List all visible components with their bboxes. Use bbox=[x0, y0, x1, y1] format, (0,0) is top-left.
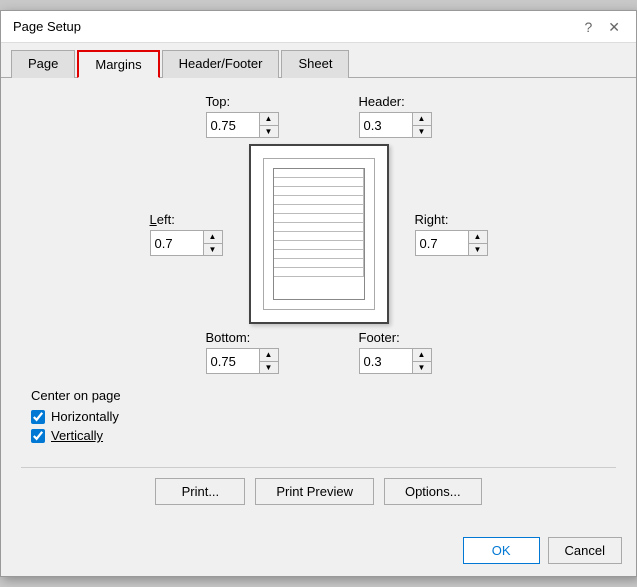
dialog-title: Page Setup bbox=[13, 19, 81, 34]
table-row bbox=[274, 205, 364, 214]
print-preview-button[interactable]: Print Preview bbox=[255, 478, 374, 505]
left-margin-down[interactable]: ▼ bbox=[204, 243, 222, 255]
table-row bbox=[274, 250, 364, 259]
bottom-row: Bottom: ▲ ▼ Footer: ▲ bbox=[21, 330, 616, 374]
middle-row: Left: ▲ ▼ bbox=[21, 144, 616, 324]
left-margin-label: Left: bbox=[150, 212, 175, 227]
right-margin-group: Right: ▲ ▼ bbox=[415, 212, 488, 256]
table-row bbox=[274, 223, 364, 232]
bottom-margin-label: Bottom: bbox=[206, 330, 251, 345]
right-margin-down[interactable]: ▼ bbox=[469, 243, 487, 255]
title-bar-controls: ? ✕ bbox=[580, 20, 624, 34]
vertically-row: Vertically bbox=[31, 428, 616, 443]
horizontally-label[interactable]: Horizontally bbox=[51, 409, 119, 424]
right-margin-label: Right: bbox=[415, 212, 449, 227]
left-margin-spinner-buttons: ▲ ▼ bbox=[203, 231, 222, 255]
footer-margin-spinner: ▲ ▼ bbox=[359, 348, 432, 374]
footer-margin-spinner-buttons: ▲ ▼ bbox=[412, 349, 431, 373]
header-margin-label: Header: bbox=[359, 94, 405, 109]
right-margin-up[interactable]: ▲ bbox=[469, 231, 487, 243]
table-row bbox=[274, 178, 364, 187]
left-margin-spinner: ▲ ▼ bbox=[150, 230, 223, 256]
top-margin-spinner-buttons: ▲ ▼ bbox=[259, 113, 278, 137]
header-margin-input[interactable] bbox=[360, 116, 412, 135]
margins-layout: Top: ▲ ▼ Header: ▲ bbox=[21, 94, 616, 447]
table-row bbox=[274, 241, 364, 250]
options-button[interactable]: Options... bbox=[384, 478, 482, 505]
header-margin-down[interactable]: ▼ bbox=[413, 125, 431, 137]
footer-row: OK Cancel bbox=[1, 529, 636, 576]
top-margin-label: Top: bbox=[206, 94, 231, 109]
table-row bbox=[274, 214, 364, 223]
vertically-checkbox[interactable] bbox=[31, 429, 45, 443]
page-preview bbox=[249, 144, 389, 324]
right-margin-spinner-buttons: ▲ ▼ bbox=[468, 231, 487, 255]
bottom-margin-down[interactable]: ▼ bbox=[260, 361, 278, 373]
top-margin-down[interactable]: ▼ bbox=[260, 125, 278, 137]
footer-margin-up[interactable]: ▲ bbox=[413, 349, 431, 361]
print-button[interactable]: Print... bbox=[155, 478, 245, 505]
header-margin-spinner-buttons: ▲ ▼ bbox=[412, 113, 431, 137]
bottom-margin-spinner-buttons: ▲ ▼ bbox=[259, 349, 278, 373]
footer-margin-group: Footer: ▲ ▼ bbox=[359, 330, 432, 374]
tab-bar: Page Margins Header/Footer Sheet bbox=[1, 43, 636, 78]
header-margin-up[interactable]: ▲ bbox=[413, 113, 431, 125]
top-margin-input[interactable] bbox=[207, 116, 259, 135]
dialog-content: Top: ▲ ▼ Header: ▲ bbox=[1, 78, 636, 529]
header-margin-spinner: ▲ ▼ bbox=[359, 112, 432, 138]
tab-page[interactable]: Page bbox=[11, 50, 75, 78]
tab-sheet[interactable]: Sheet bbox=[281, 50, 349, 78]
footer-margin-label: Footer: bbox=[359, 330, 400, 345]
footer-margin-down[interactable]: ▼ bbox=[413, 361, 431, 373]
bottom-margin-up[interactable]: ▲ bbox=[260, 349, 278, 361]
left-margin-up[interactable]: ▲ bbox=[204, 231, 222, 243]
table-row bbox=[274, 196, 364, 205]
footer-margin-input[interactable] bbox=[360, 352, 412, 371]
page-table-area bbox=[273, 168, 365, 300]
ok-button[interactable]: OK bbox=[463, 537, 540, 564]
help-button[interactable]: ? bbox=[580, 20, 596, 34]
action-button-row: Print... Print Preview Options... bbox=[21, 467, 616, 513]
right-margin-spinner: ▲ ▼ bbox=[415, 230, 488, 256]
table-row bbox=[274, 169, 364, 178]
top-margin-group: Top: ▲ ▼ bbox=[206, 94, 279, 138]
center-on-page-section: Center on page Horizontally Vertically bbox=[21, 388, 616, 447]
tab-header-footer[interactable]: Header/Footer bbox=[162, 50, 280, 78]
top-margin-up[interactable]: ▲ bbox=[260, 113, 278, 125]
left-margin-group: Left: ▲ ▼ bbox=[150, 212, 223, 256]
table-row bbox=[274, 268, 364, 277]
bottom-margin-input[interactable] bbox=[207, 352, 259, 371]
title-bar: Page Setup ? ✕ bbox=[1, 11, 636, 43]
horizontally-checkbox[interactable] bbox=[31, 410, 45, 424]
cancel-button[interactable]: Cancel bbox=[548, 537, 622, 564]
horizontally-row: Horizontally bbox=[31, 409, 616, 424]
bottom-margin-spinner: ▲ ▼ bbox=[206, 348, 279, 374]
center-on-page-title: Center on page bbox=[31, 388, 616, 403]
bottom-margin-group: Bottom: ▲ ▼ bbox=[206, 330, 279, 374]
table-row bbox=[274, 259, 364, 268]
table-row bbox=[274, 232, 364, 241]
right-margin-input[interactable] bbox=[416, 234, 468, 253]
tab-margins[interactable]: Margins bbox=[77, 50, 159, 78]
vertically-label[interactable]: Vertically bbox=[51, 428, 103, 443]
table-row bbox=[274, 187, 364, 196]
page-setup-dialog: Page Setup ? ✕ Page Margins Header/Foote… bbox=[0, 10, 637, 577]
left-margin-input[interactable] bbox=[151, 234, 203, 253]
close-button[interactable]: ✕ bbox=[604, 20, 624, 34]
top-margin-spinner: ▲ ▼ bbox=[206, 112, 279, 138]
header-margin-group: Header: ▲ ▼ bbox=[359, 94, 432, 138]
top-row: Top: ▲ ▼ Header: ▲ bbox=[21, 94, 616, 138]
